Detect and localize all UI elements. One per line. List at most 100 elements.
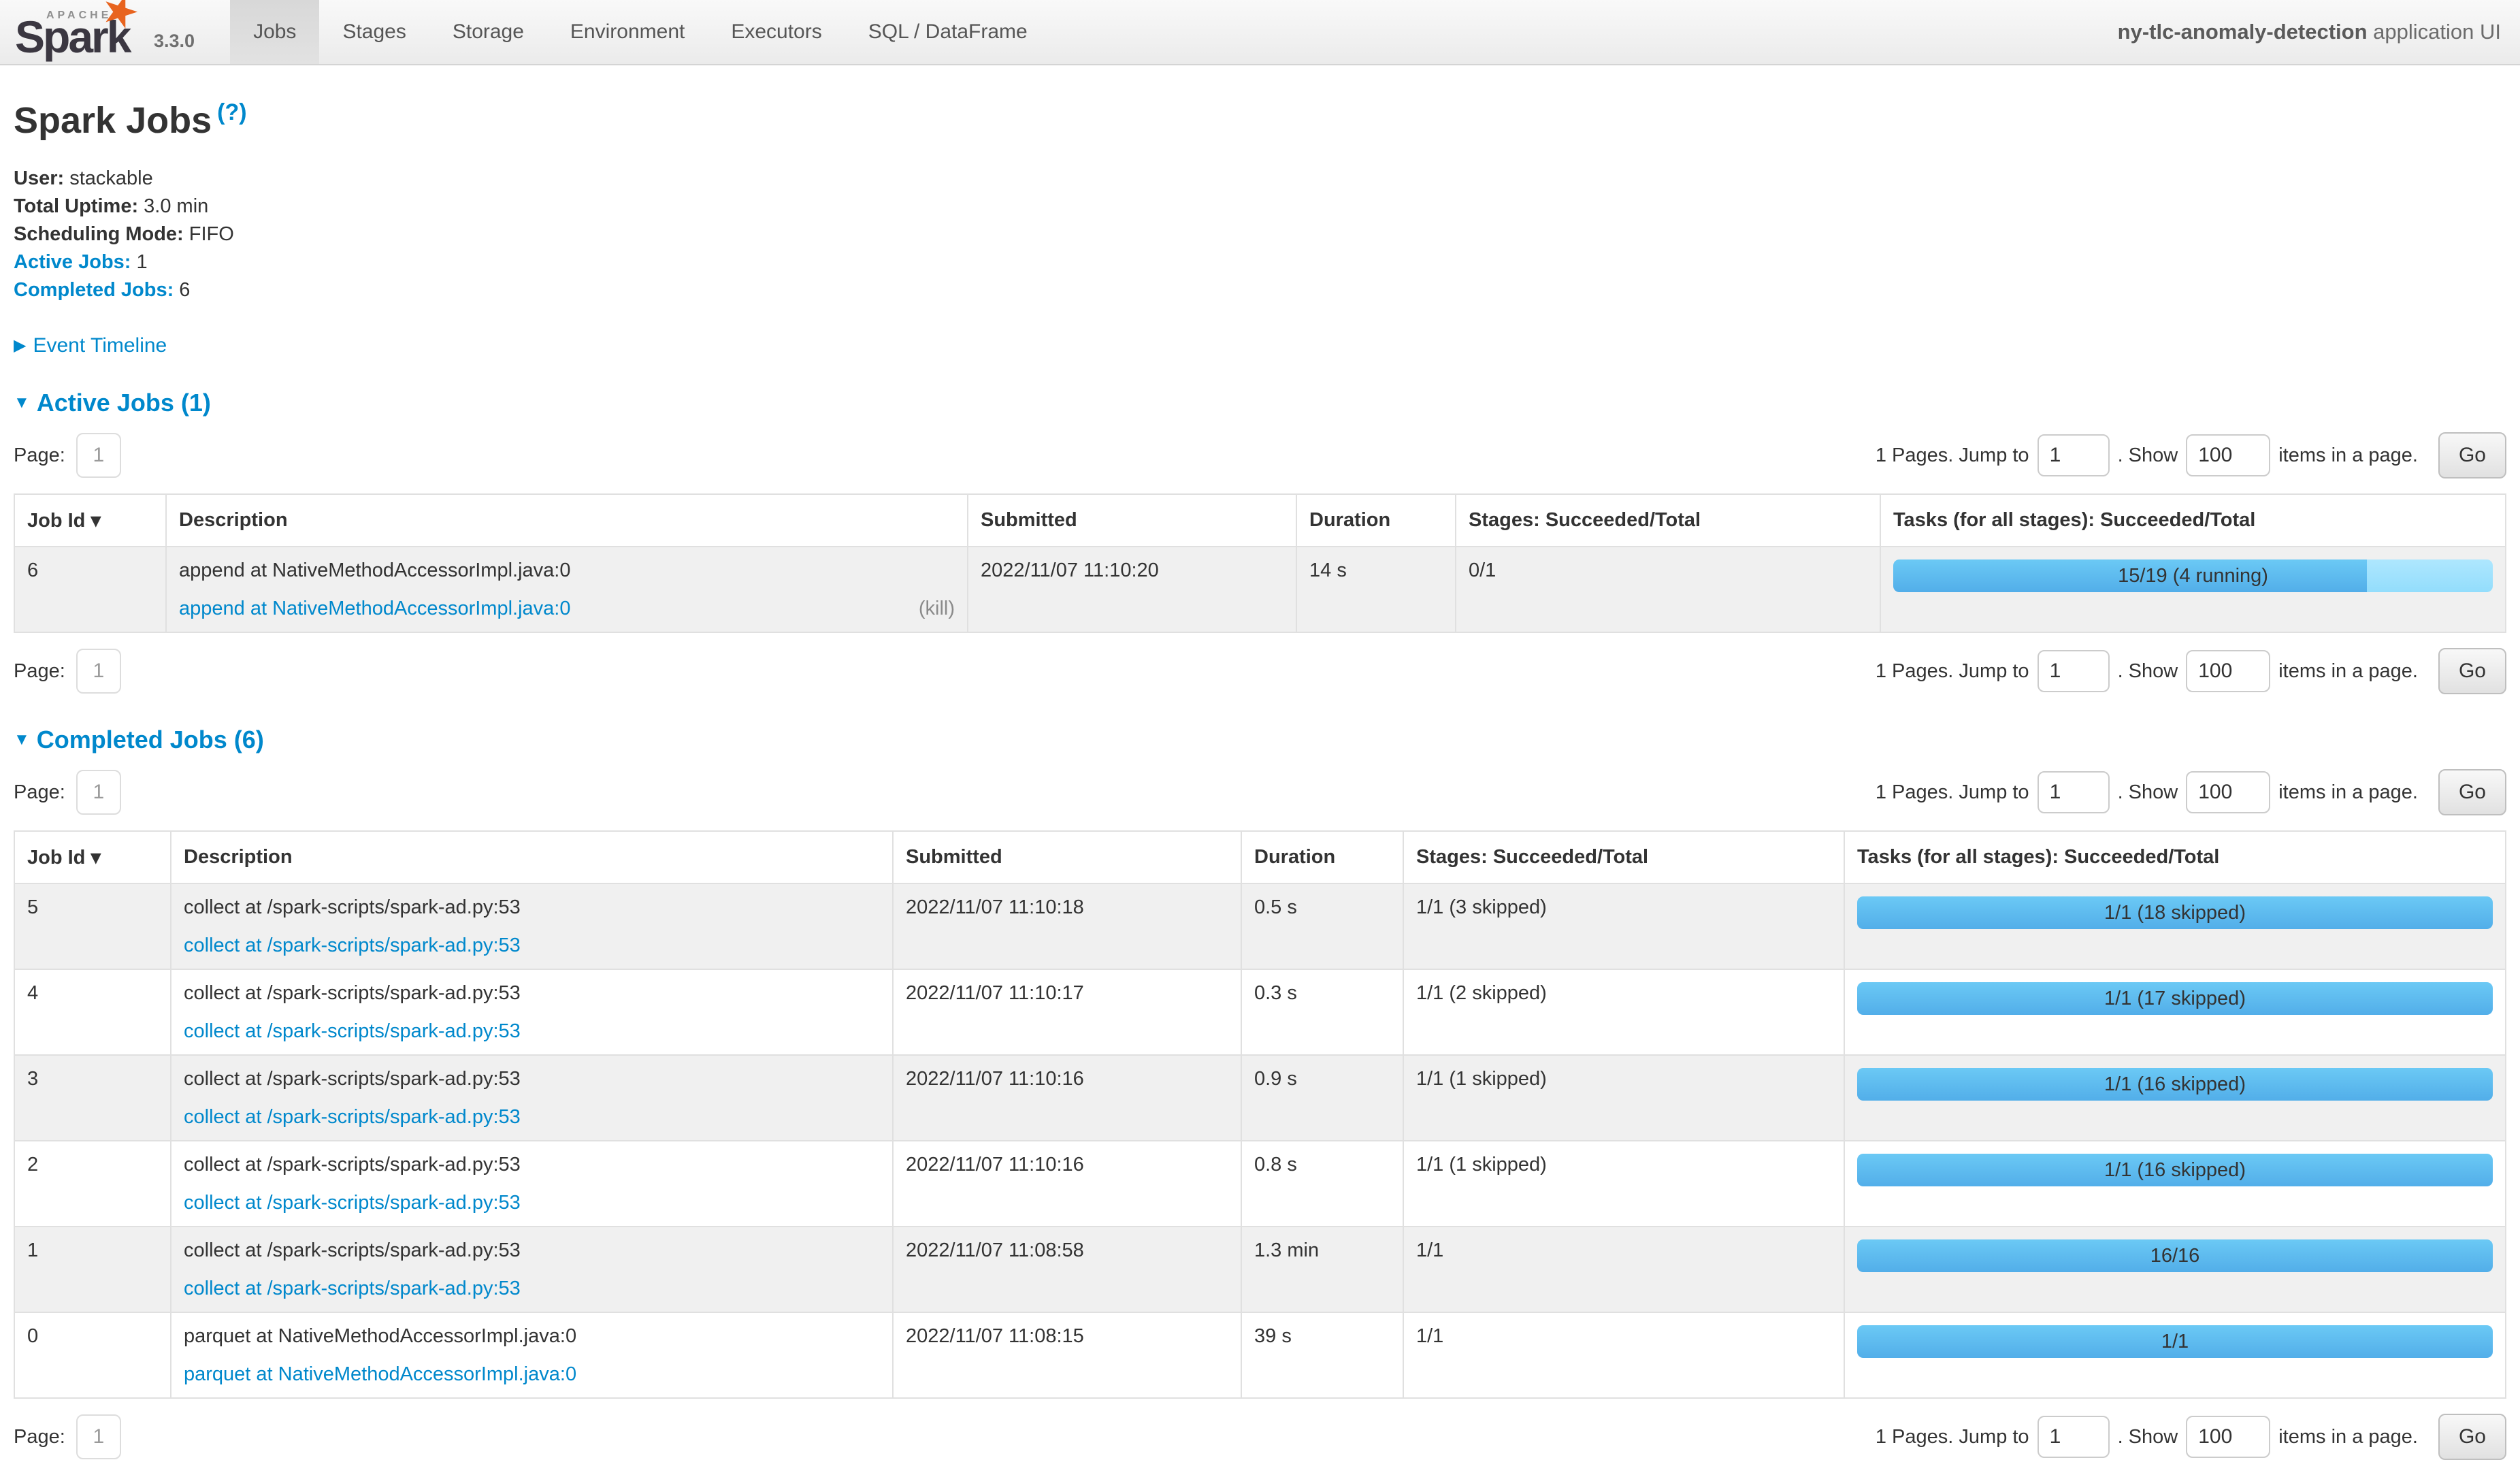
stages-cell: 1/1 (1 skipped) bbox=[1403, 1055, 1844, 1141]
page-number-input[interactable] bbox=[76, 1414, 121, 1459]
go-button[interactable]: Go bbox=[2438, 1414, 2506, 1460]
event-timeline-label: Event Timeline bbox=[33, 334, 167, 357]
go-button[interactable]: Go bbox=[2438, 432, 2506, 478]
progress-label: 1/1 bbox=[1857, 1325, 2493, 1358]
jump-to-page-input[interactable] bbox=[2038, 771, 2110, 813]
submitted-cell: 2022/11/07 11:10:20 bbox=[968, 547, 1296, 632]
job-description-link[interactable]: parquet at NativeMethodAccessorImpl.java… bbox=[184, 1361, 576, 1388]
column-header-stages[interactable]: Stages: Succeeded/Total bbox=[1403, 831, 1844, 883]
summary-item: Completed Jobs: 6 bbox=[14, 276, 2506, 304]
spark-logo: APACHE Spark ★ 3.3.0 bbox=[0, 0, 206, 64]
pagination-left: Page: bbox=[14, 1414, 121, 1459]
chevron-down-icon: ▼ bbox=[14, 393, 30, 412]
job-description-link[interactable]: collect at /spark-scripts/spark-ad.py:53 bbox=[184, 1275, 521, 1302]
duration-cell: 0.5 s bbox=[1241, 883, 1403, 969]
items-per-page-input[interactable] bbox=[2186, 771, 2270, 813]
go-button[interactable]: Go bbox=[2438, 769, 2506, 815]
summary-item: User: stackable bbox=[14, 165, 2506, 193]
job-description-line2: collect at /spark-scripts/spark-ad.py:53 bbox=[184, 932, 880, 959]
job-id-cell: 0 bbox=[14, 1312, 171, 1398]
duration-cell: 1.3 min bbox=[1241, 1227, 1403, 1312]
tasks-progress-bar: 15/19 (4 running) bbox=[1893, 559, 2493, 592]
pages-jump-text: 1 Pages. Jump to bbox=[1876, 1426, 2029, 1448]
tab-environment[interactable]: Environment bbox=[547, 0, 708, 64]
tab-stages[interactable]: Stages bbox=[319, 0, 429, 64]
pagination-row: Page:1 Pages. Jump to. Showitems in a pa… bbox=[14, 1414, 2506, 1460]
jump-to-page-input[interactable] bbox=[2038, 434, 2110, 476]
summary-label: Scheduling Mode: bbox=[14, 223, 184, 245]
column-header-description[interactable]: Description bbox=[171, 831, 893, 883]
jump-to-page-input[interactable] bbox=[2038, 1416, 2110, 1458]
pagination-left: Page: bbox=[14, 433, 121, 478]
tasks-cell: 1/1 (17 skipped) bbox=[1844, 969, 2506, 1055]
column-header-submitted[interactable]: Submitted bbox=[968, 494, 1296, 547]
summary-item: Total Uptime: 3.0 min bbox=[14, 193, 2506, 221]
progress-label: 1/1 (16 skipped) bbox=[1857, 1154, 2493, 1186]
table-row: 5collect at /spark-scripts/spark-ad.py:5… bbox=[14, 883, 2506, 969]
page-content: Spark Jobs(?) User: stackableTotal Uptim… bbox=[0, 65, 2520, 1460]
pages-jump-text: 1 Pages. Jump to bbox=[1876, 781, 2029, 804]
table-row: 3 collect at /spark-scripts/spark-ad.py:5… bbox=[14, 1055, 2506, 1141]
submitted-cell: 2022/11/07 11:10:17 bbox=[893, 969, 1241, 1055]
column-header-job-id[interactable]: Job Id ▾ bbox=[14, 831, 171, 883]
summary-label[interactable]: Completed Jobs: bbox=[14, 279, 174, 301]
column-header-stages[interactable]: Stages: Succeeded/Total bbox=[1456, 494, 1880, 547]
job-id-cell: 5 bbox=[14, 883, 171, 969]
duration-cell: 0.9 s bbox=[1241, 1055, 1403, 1141]
tasks-progress-bar: 1/1 (16 skipped) bbox=[1857, 1154, 2493, 1186]
page-number-input[interactable] bbox=[76, 433, 121, 478]
progress-label: 15/19 (4 running) bbox=[1893, 559, 2493, 592]
show-text: . Show bbox=[2118, 781, 2178, 804]
job-description-link[interactable]: collect at /spark-scripts/spark-ad.py:53 bbox=[184, 1189, 521, 1216]
column-header-description[interactable]: Description bbox=[166, 494, 968, 547]
job-id-cell: 1 bbox=[14, 1227, 171, 1312]
tasks-cell: 1/1 bbox=[1844, 1312, 2506, 1398]
column-header-duration[interactable]: Duration bbox=[1296, 494, 1456, 547]
submitted-cell: 2022/11/07 11:10:16 bbox=[893, 1141, 1241, 1227]
description-cell: collect at /spark-scripts/spark-ad.py:53… bbox=[171, 883, 893, 969]
pagination-row: Page:1 Pages. Jump to. Showitems in a pa… bbox=[14, 432, 2506, 478]
summary-item: Scheduling Mode: FIFO bbox=[14, 221, 2506, 248]
jump-to-page-input[interactable] bbox=[2038, 650, 2110, 692]
duration-cell: 0.8 s bbox=[1241, 1141, 1403, 1227]
active-jobs-heading[interactable]: ▼Active Jobs (1) bbox=[14, 389, 2506, 417]
column-header-job-id[interactable]: Job Id ▾ bbox=[14, 494, 166, 547]
page-label: Page: bbox=[14, 781, 65, 804]
progress-label: 1/1 (18 skipped) bbox=[1857, 896, 2493, 929]
job-description-link[interactable]: collect at /spark-scripts/spark-ad.py:53 bbox=[184, 1103, 521, 1131]
items-per-page-input[interactable] bbox=[2186, 1416, 2270, 1458]
active-jobs-table: Job Id ▾DescriptionSubmittedDurationStag… bbox=[14, 493, 2506, 633]
items-per-page-input[interactable] bbox=[2186, 650, 2270, 692]
progress-label: 1/1 (17 skipped) bbox=[1857, 982, 2493, 1015]
column-header-tasks[interactable]: Tasks (for all stages): Succeeded/Total bbox=[1880, 494, 2506, 547]
pages-jump-text: 1 Pages. Jump to bbox=[1876, 444, 2029, 467]
tab-storage[interactable]: Storage bbox=[429, 0, 547, 64]
job-description-link[interactable]: collect at /spark-scripts/spark-ad.py:53 bbox=[184, 1018, 521, 1045]
event-timeline-toggle[interactable]: ▶Event Timeline bbox=[14, 334, 2506, 357]
duration-cell: 0.3 s bbox=[1241, 969, 1403, 1055]
kill-link[interactable]: (kill) bbox=[919, 595, 955, 622]
items-per-page-input[interactable] bbox=[2186, 434, 2270, 476]
job-description-link[interactable]: collect at /spark-scripts/spark-ad.py:53 bbox=[184, 932, 521, 959]
go-button[interactable]: Go bbox=[2438, 648, 2506, 694]
help-link[interactable]: (?) bbox=[217, 99, 246, 125]
job-description-line2: collect at /spark-scripts/spark-ad.py:53 bbox=[184, 1275, 880, 1302]
column-header-submitted[interactable]: Submitted bbox=[893, 831, 1241, 883]
description-cell: collect at /spark-scripts/spark-ad.py:53… bbox=[171, 1141, 893, 1227]
page-number-input[interactable] bbox=[76, 649, 121, 694]
summary-list: User: stackableTotal Uptime: 3.0 minSche… bbox=[14, 165, 2506, 304]
column-header-tasks[interactable]: Tasks (for all stages): Succeeded/Total bbox=[1844, 831, 2506, 883]
tab-sql-dataframe[interactable]: SQL / DataFrame bbox=[845, 0, 1051, 64]
job-description-link[interactable]: append at NativeMethodAccessorImpl.java:… bbox=[179, 595, 570, 622]
page-number-input[interactable] bbox=[76, 770, 121, 815]
column-header-duration[interactable]: Duration bbox=[1241, 831, 1403, 883]
tab-executors[interactable]: Executors bbox=[708, 0, 845, 64]
pagination-right: 1 Pages. Jump to. Showitems in a page.Go bbox=[1867, 769, 2506, 815]
pagination-row: Page:1 Pages. Jump to. Showitems in a pa… bbox=[14, 648, 2506, 694]
job-id-cell: 3 bbox=[14, 1055, 171, 1141]
tab-jobs[interactable]: Jobs bbox=[230, 0, 319, 64]
navbar: APACHE Spark ★ 3.3.0 JobsStagesStorageEn… bbox=[0, 0, 2520, 65]
table-row: 0 parquet at NativeMethodAccessorImpl.jav… bbox=[14, 1312, 2506, 1398]
summary-label[interactable]: Active Jobs: bbox=[14, 251, 131, 273]
completed-jobs-heading[interactable]: ▼Completed Jobs (6) bbox=[14, 726, 2506, 754]
